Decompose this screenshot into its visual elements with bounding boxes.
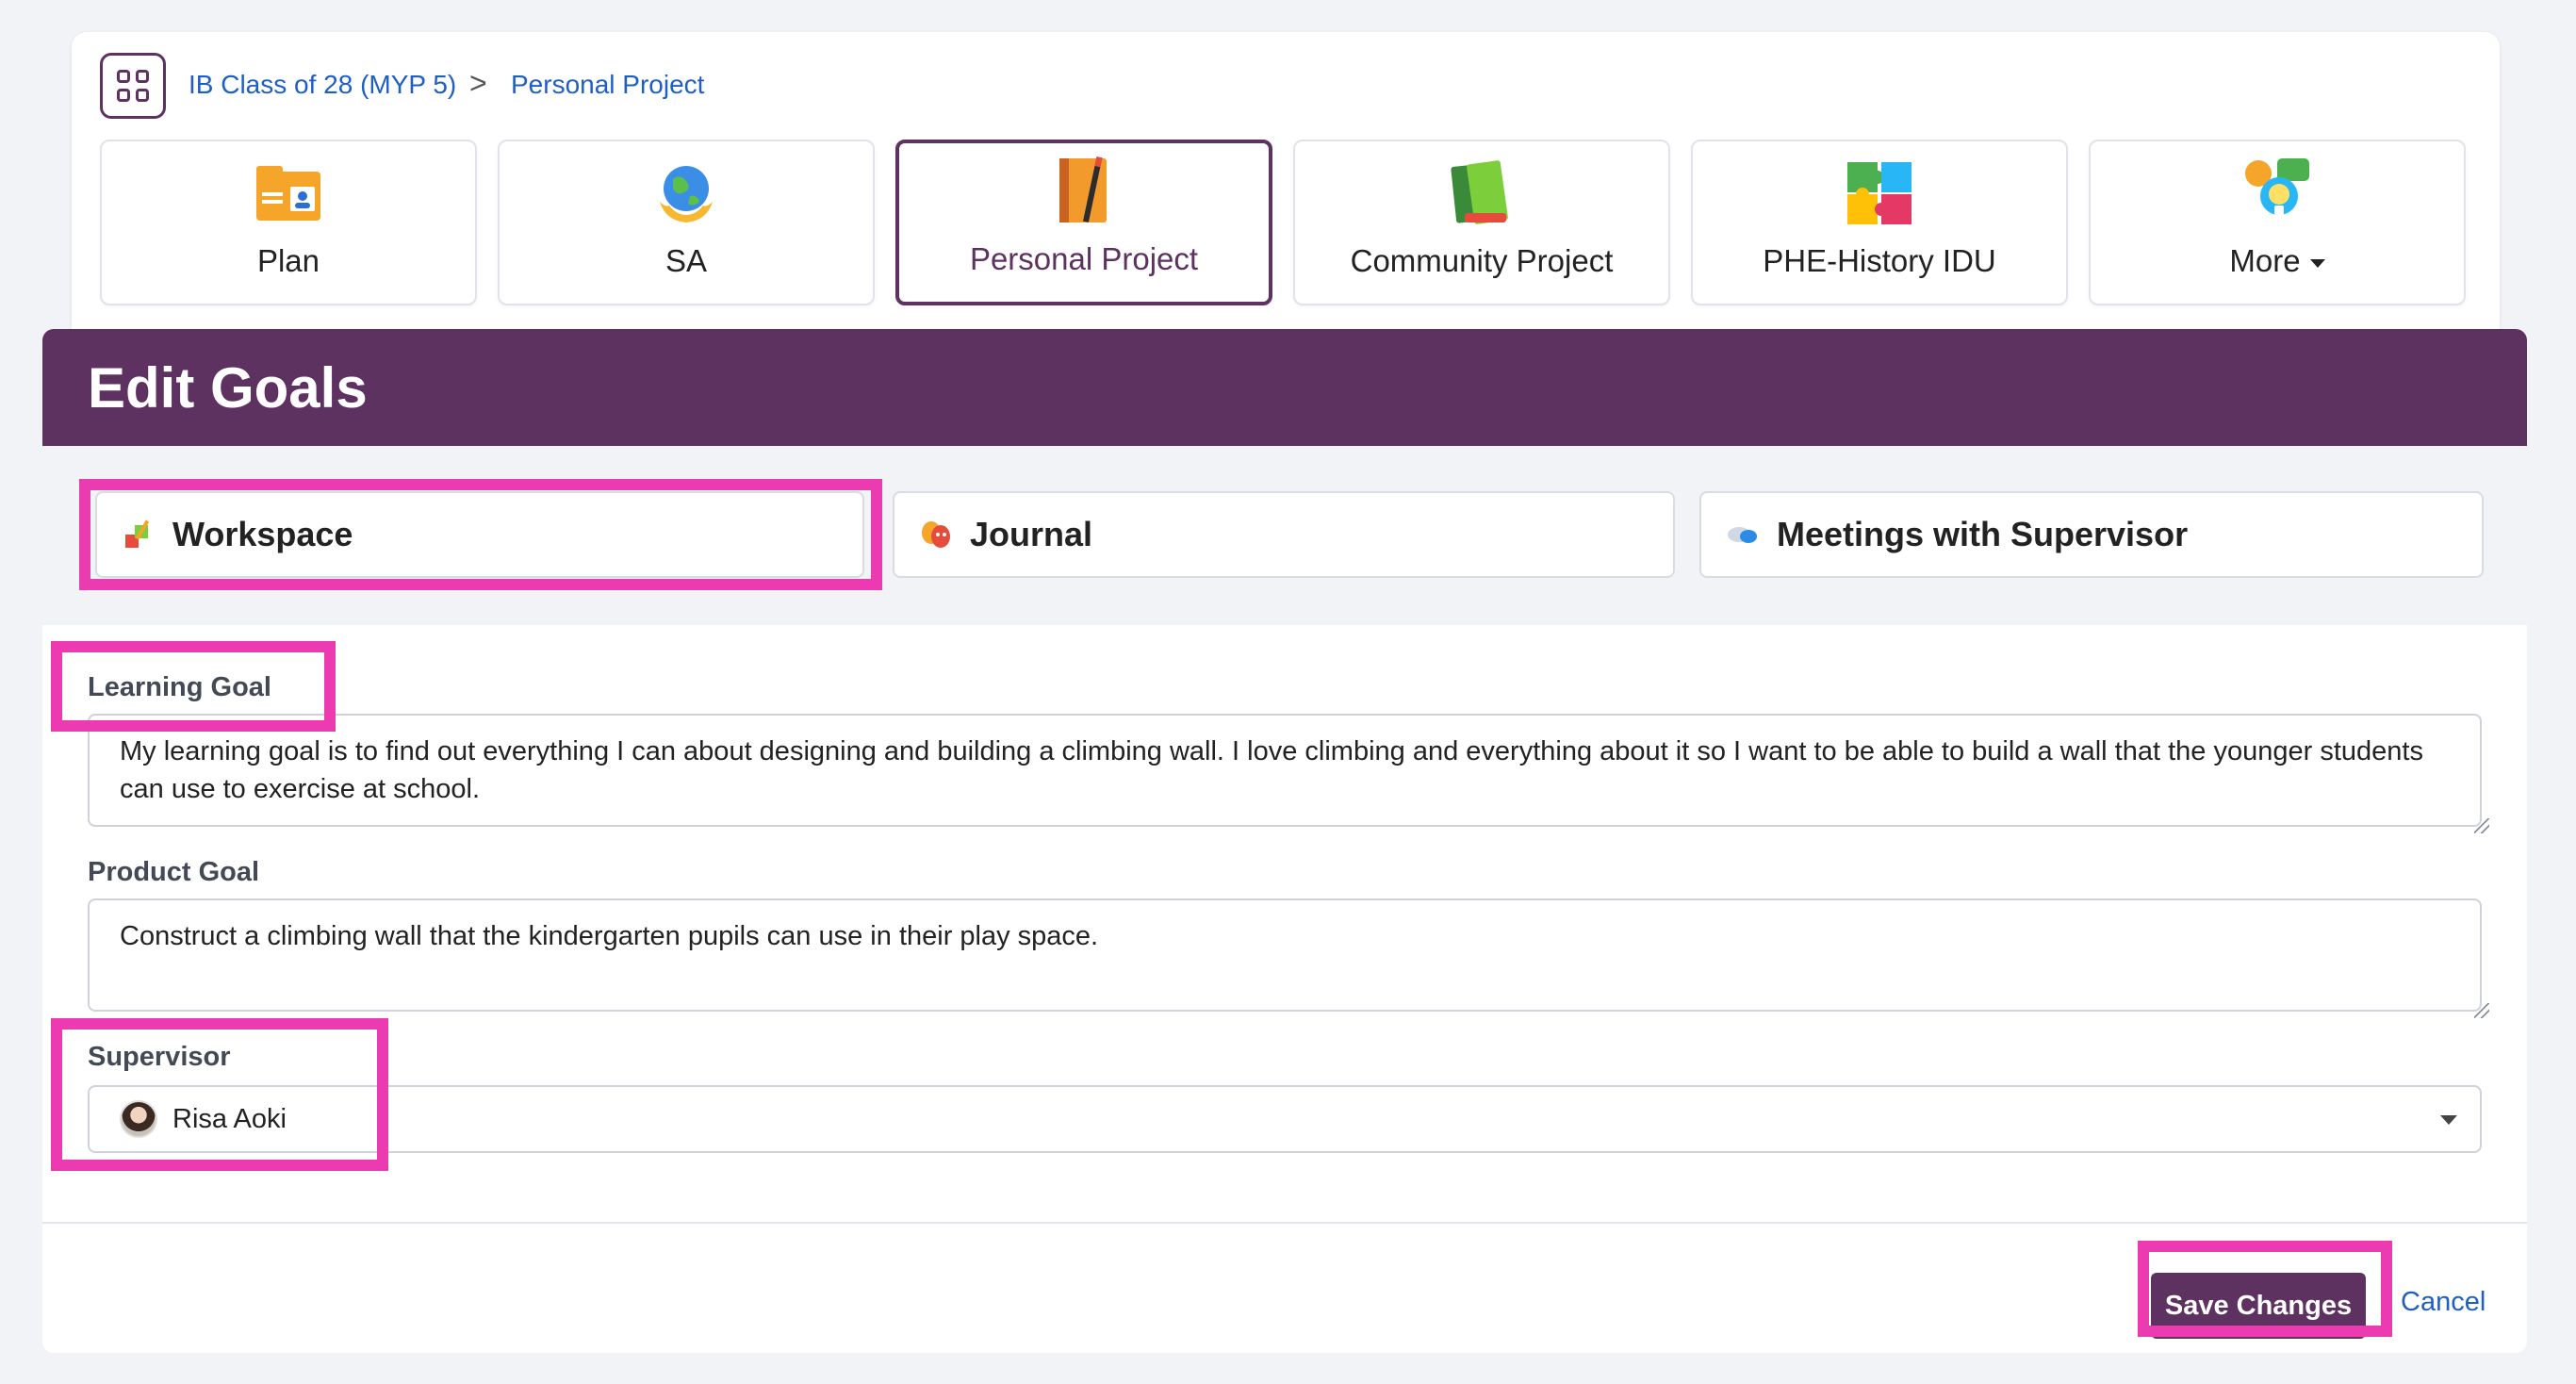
tab-label: Meetings with Supervisor	[1777, 515, 2189, 553]
project-tiles: Plan SA Personal Project Community Proje…	[100, 140, 2466, 305]
tile-label: More	[2229, 243, 2325, 279]
tile-community-project[interactable]: Community Project	[1293, 140, 1670, 305]
learning-goal-label: Learning Goal	[88, 672, 271, 702]
tile-label: SA	[665, 243, 708, 278]
learning-goal-textarea[interactable]: My learning goal is to find out everythi…	[88, 714, 2482, 827]
chevron-down-icon[interactable]	[2440, 1115, 2457, 1125]
breadcrumb-current-link[interactable]: Personal Project	[511, 70, 704, 100]
tab-label: Journal	[970, 515, 1093, 553]
tile-more[interactable]: More	[2089, 140, 2466, 305]
supervisor-select[interactable]: Risa Aoki	[88, 1085, 2482, 1153]
more-label: More	[2229, 243, 2301, 278]
breadcrumb-class-link[interactable]: IB Class of 28 (MYP 5)	[189, 70, 456, 100]
resize-handle-icon[interactable]	[2474, 818, 2489, 833]
chat-bubbles-icon	[1728, 527, 1757, 543]
tab-workspace[interactable]: Workspace	[95, 491, 864, 578]
workspace-icon	[125, 519, 150, 548]
chevron-down-icon	[2309, 258, 2325, 268]
tile-label: PHE-History IDU	[1763, 243, 1996, 278]
tile-plan[interactable]: Plan	[100, 140, 477, 305]
folder-id-icon	[256, 166, 320, 221]
lightbulb-chat-icon	[2245, 158, 2309, 215]
avatar	[120, 1100, 157, 1138]
puzzle-icon	[1847, 162, 1911, 224]
supervisor-value: Risa Aoki	[172, 1103, 287, 1134]
panel-header: Edit Goals	[42, 329, 2527, 446]
tile-phe-history-idu[interactable]: PHE-History IDU	[1691, 140, 2068, 305]
resize-handle-icon[interactable]	[2474, 1003, 2489, 1018]
tab-meetings-with-supervisor[interactable]: Meetings with Supervisor	[1699, 491, 2484, 578]
save-changes-button[interactable]: Save Changes	[2151, 1273, 2366, 1339]
tile-label: Personal Project	[969, 241, 1199, 276]
apps-grid-icon[interactable]	[100, 53, 166, 119]
tile-personal-project[interactable]: Personal Project	[895, 140, 1272, 305]
tab-label: Workspace	[172, 515, 353, 553]
page-title: Edit Goals	[88, 355, 368, 420]
breadcrumb-separator-icon: >	[469, 66, 487, 100]
product-goal-textarea[interactable]: Construct a climbing wall that the kinde…	[88, 898, 2482, 1012]
globe-hands-icon	[660, 166, 713, 222]
tile-sa[interactable]: SA	[498, 140, 875, 305]
tile-label: Community Project	[1350, 243, 1614, 278]
tab-journal[interactable]: Journal	[893, 491, 1675, 578]
footer-divider	[42, 1222, 2527, 1224]
supervisor-label: Supervisor	[88, 1042, 231, 1072]
books-icon	[1451, 160, 1508, 224]
sub-navigation: Workspace Journal Meetings with Supervis…	[42, 446, 2527, 625]
cancel-link[interactable]: Cancel	[2401, 1287, 2486, 1318]
theater-masks-icon	[922, 521, 950, 548]
tile-label: Plan	[256, 243, 320, 278]
edit-goals-panel: Edit Goals Workspace Journal Meetings wi…	[42, 329, 2527, 1353]
product-goal-label: Product Goal	[88, 857, 260, 887]
notebook-pencil-icon	[1059, 157, 1107, 222]
